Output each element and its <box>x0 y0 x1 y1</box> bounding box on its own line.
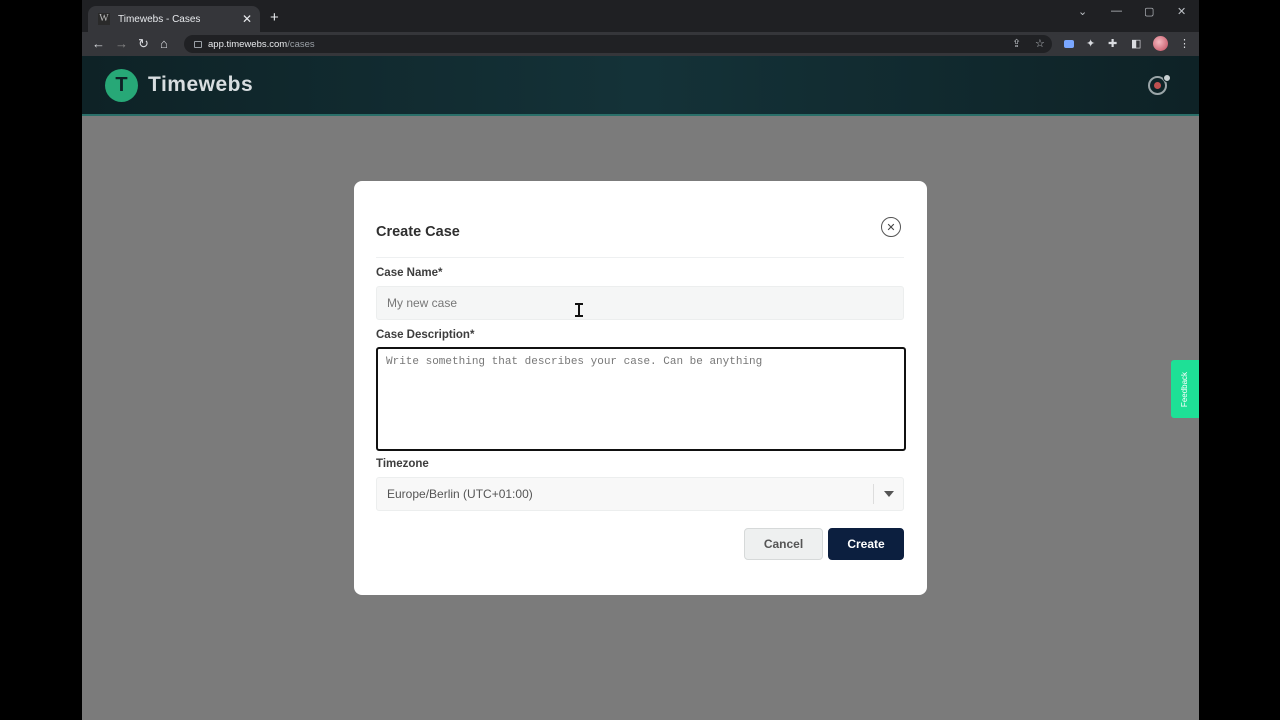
logo-icon[interactable]: T <box>105 69 138 102</box>
case-description-label: Case Description* <box>376 329 475 341</box>
close-window-icon[interactable]: ✕ <box>1177 5 1186 18</box>
chevron-down-icon[interactable] <box>884 491 894 497</box>
cancel-button[interactable]: Cancel <box>744 528 823 560</box>
puzzle-icon[interactable]: ✚ <box>1108 37 1117 50</box>
extension-badge-icon[interactable] <box>1064 40 1074 48</box>
feedback-label: Feedback <box>1180 371 1190 407</box>
close-modal-button[interactable]: ✕ <box>881 217 901 237</box>
browser-window: W Timewebs - Cases ✕ + ⌄ — ▢ ✕ ← → ↻ ⌂ a… <box>82 0 1199 720</box>
create-case-modal: Create Case ✕ Case Name* Case Descriptio… <box>354 181 927 595</box>
kebab-menu-icon[interactable]: ⋮ <box>1179 37 1190 50</box>
lock-icon <box>194 40 202 48</box>
timezone-label: Timezone <box>376 458 429 470</box>
text-cursor-icon <box>575 303 583 317</box>
create-button[interactable]: Create <box>828 528 904 560</box>
profile-avatar[interactable] <box>1153 36 1168 51</box>
select-separator <box>873 484 874 504</box>
minimize-icon[interactable]: — <box>1111 5 1122 17</box>
reload-icon[interactable]: ↻ <box>138 36 149 52</box>
feedback-tab[interactable]: Feedback <box>1171 360 1199 418</box>
tab-search-icon[interactable]: ⌄ <box>1078 5 1087 18</box>
share-icon[interactable]: ⇪ <box>1012 37 1021 50</box>
home-icon[interactable]: ⌂ <box>160 36 168 51</box>
app-header: T Timewebs <box>82 56 1199 116</box>
url-path: /cases <box>287 38 315 50</box>
favicon-icon: W <box>98 13 110 25</box>
back-icon[interactable]: ← <box>92 36 105 51</box>
address-bar[interactable]: app.timewebs.com/cases ⇪ ☆ <box>184 35 1052 53</box>
maximize-icon[interactable]: ▢ <box>1144 5 1154 18</box>
brand-name: Timewebs <box>148 73 254 96</box>
extension-icon[interactable]: ✦ <box>1086 37 1095 50</box>
close-tab-icon[interactable]: ✕ <box>242 12 252 26</box>
case-name-label: Case Name* <box>376 267 443 279</box>
browser-toolbar: ← → ↻ ⌂ app.timewebs.com/cases ⇪ ☆ ✦ ✚ ◧… <box>82 32 1199 56</box>
case-description-textarea[interactable] <box>376 347 906 451</box>
timezone-value: Europe/Berlin (UTC+01:00) <box>387 487 533 501</box>
new-tab-icon[interactable]: + <box>270 9 279 26</box>
side-panel-icon[interactable]: ◧ <box>1131 37 1141 50</box>
timezone-select[interactable]: Europe/Berlin (UTC+01:00) <box>376 477 904 511</box>
modal-title: Create Case <box>376 224 460 240</box>
close-icon: ✕ <box>886 221 896 234</box>
tab-title: Timewebs - Cases <box>118 13 201 25</box>
divider <box>376 257 904 258</box>
bookmark-star-icon[interactable]: ☆ <box>1035 37 1045 50</box>
browser-tab[interactable]: W Timewebs - Cases ✕ <box>88 6 260 32</box>
notification-dot-icon <box>1163 74 1171 82</box>
url-host: app.timewebs.com <box>208 38 288 50</box>
case-name-input[interactable] <box>376 286 904 320</box>
forward-icon[interactable]: → <box>115 36 128 51</box>
tab-strip: W Timewebs - Cases ✕ + ⌄ — ▢ ✕ <box>82 0 1199 32</box>
